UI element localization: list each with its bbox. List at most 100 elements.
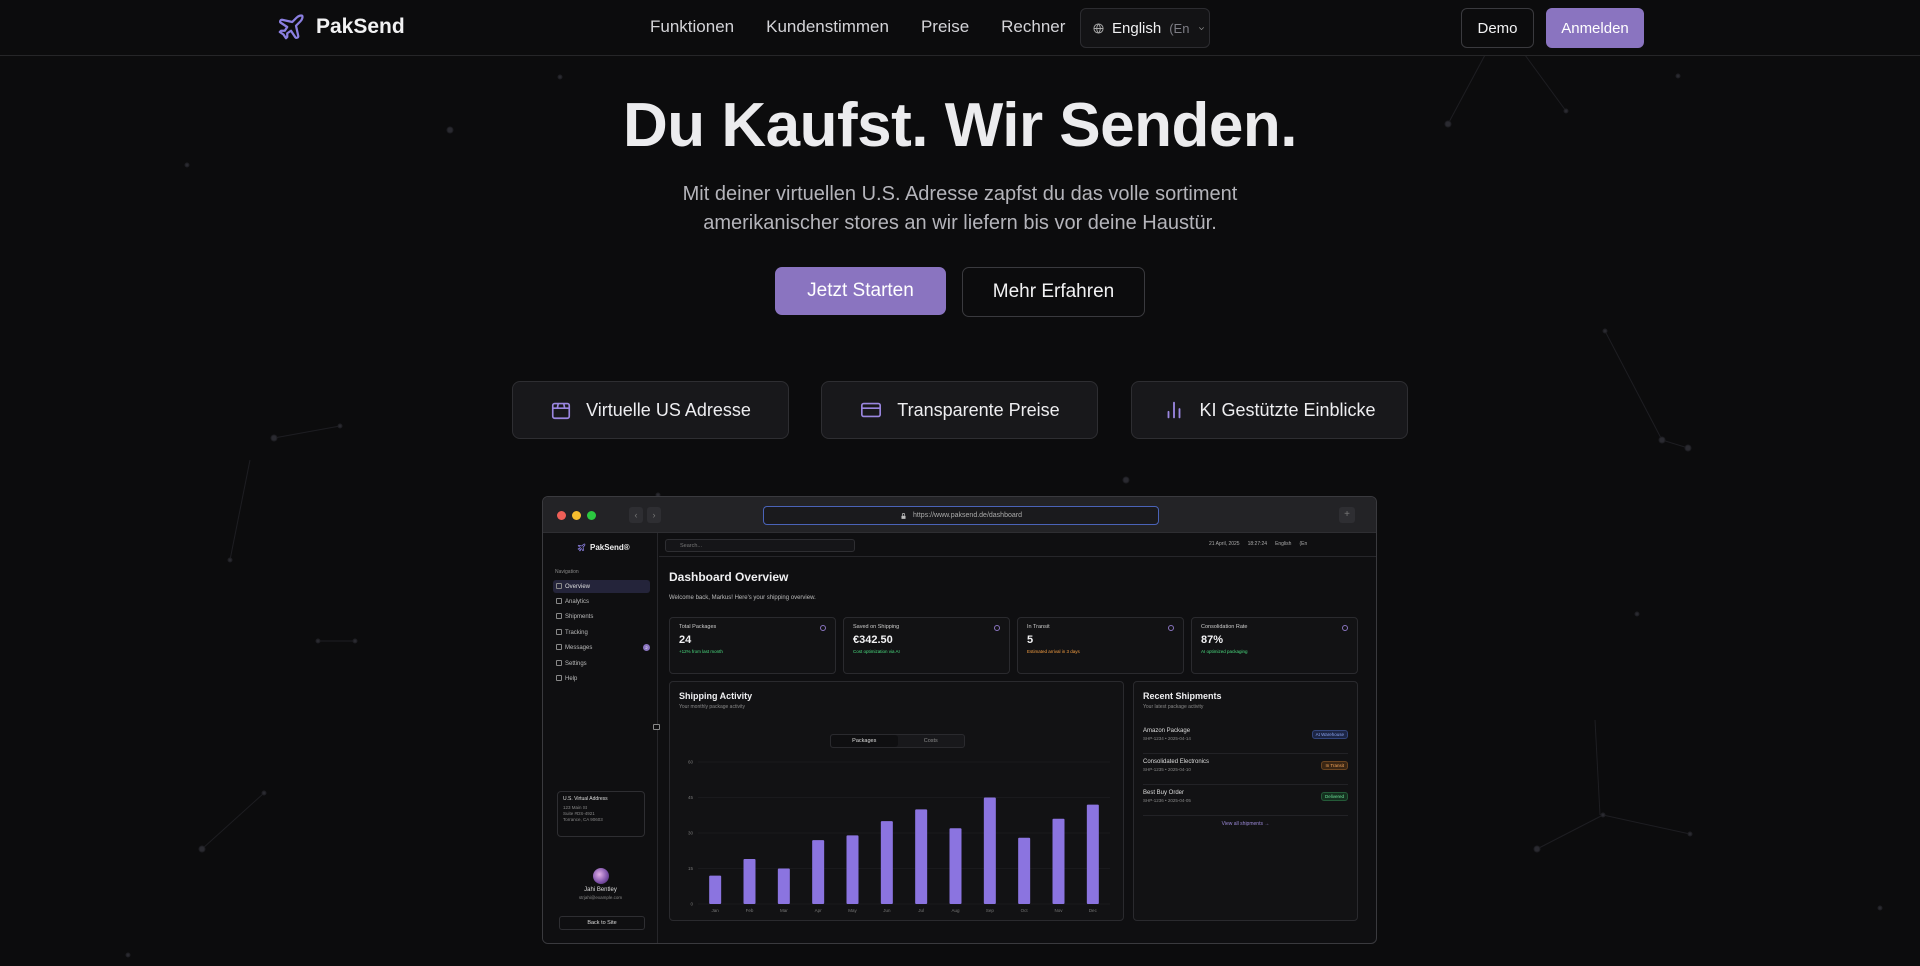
maximize-dot: [587, 511, 596, 520]
nav-links: Funktionen Kundenstimmen Preise Rechner: [650, 17, 1065, 37]
view-all-shipments-link: View all shipments →: [1221, 821, 1270, 827]
preview-date: 21 April, 2025: [1209, 541, 1240, 547]
nav-link-rechner[interactable]: Rechner: [1001, 17, 1065, 37]
close-dot: [557, 511, 566, 520]
x-tick-label: Apr: [815, 908, 823, 913]
bar-jan: [709, 875, 722, 904]
nav-link-kundenstimmen[interactable]: Kundenstimmen: [766, 17, 889, 37]
preview-time: 18:27:24: [1247, 541, 1268, 547]
hero-subtitle: Mit deiner virtuellen U.S. Adresse zapfs…: [682, 183, 1238, 234]
bar-jul: [915, 809, 928, 904]
bar-chart-icon: [1168, 401, 1181, 419]
dashboard-title: Dashboard Overview: [669, 570, 789, 584]
feature-virtual-address[interactable]: Virtuelle US Adresse: [512, 381, 789, 439]
activity-icon: [556, 598, 562, 604]
list-item: Best Buy Order SHP-1236 • 2025-04-05 Del…: [1143, 786, 1348, 816]
bar-oct: [1018, 837, 1031, 904]
activity-tabs: Packages Costs: [830, 734, 965, 748]
x-tick-label: Oct: [1021, 908, 1029, 913]
bar-jun: [880, 821, 893, 904]
back-arrow-icon: ‹: [629, 507, 643, 523]
bar-sep: [983, 797, 996, 904]
x-tick-label: Feb: [746, 908, 754, 913]
feature-ai-insights[interactable]: KI Gestützte Einblicke: [1131, 381, 1408, 439]
y-tick-label: 30: [688, 831, 694, 836]
sidebar-caption: Navigation: [555, 569, 579, 575]
preview-topbar-meta: 21 April, 2025 18:27:24 English (En: [1209, 541, 1307, 547]
dashboard-preview: ‹ › https://www.paksend.de/dashboard + P…: [542, 496, 1377, 944]
bar-may: [846, 835, 859, 904]
preview-language-sub: (En: [1299, 541, 1308, 547]
language-sub: (En: [1169, 20, 1190, 36]
y-tick-label: 60: [688, 760, 694, 765]
gear-icon: [556, 660, 562, 666]
package-icon: [552, 402, 571, 420]
status-badge: In Transit: [1321, 761, 1348, 770]
hero-title: Du Kaufst. Wir Senden.: [623, 91, 1297, 160]
activity-title: Shipping Activity: [679, 691, 753, 701]
grid-icon: [556, 583, 562, 589]
login-button[interactable]: Anmelden: [1546, 8, 1644, 48]
address-bar: https://www.paksend.de/dashboard: [763, 506, 1159, 525]
x-tick-label: Jul: [918, 908, 924, 913]
package-icon: [556, 613, 562, 619]
tab-packages: Packages: [831, 735, 898, 747]
package-icon: [820, 625, 826, 631]
language-select[interactable]: English (En: [1080, 8, 1210, 48]
nav-link-preise[interactable]: Preise: [921, 17, 969, 37]
messages-badge: 2: [643, 644, 650, 651]
sidebar-item-tracking: Tracking: [553, 626, 650, 639]
preview-main: Search... 21 April, 2025 18:27:24 Englis…: [659, 533, 1376, 943]
airplane-icon: [278, 14, 304, 40]
airplane-icon: [577, 543, 586, 552]
bar-apr: [812, 840, 825, 904]
recent-shipments-card: Recent Shipments Your latest package act…: [1133, 681, 1358, 921]
trend-up-icon: [1342, 625, 1348, 631]
lock-icon: [901, 512, 906, 519]
address-line: Torrance, CA 90603: [563, 817, 603, 822]
preview-sidebar: PakSend® Navigation Overview Analytics S…: [543, 533, 658, 943]
bar-aug: [949, 828, 962, 904]
stat-saved-shipping: Saved on Shipping €342.50 Cost optimizat…: [843, 617, 1010, 674]
preview-brand: PakSend®: [577, 543, 630, 552]
brand-logo[interactable]: PakSend: [276, 12, 405, 42]
back-to-site-button: Back to Site: [559, 916, 645, 930]
browser-toolbar: ‹ › https://www.paksend.de/dashboard +: [543, 497, 1376, 533]
x-tick-label: Dec: [1089, 908, 1098, 913]
feature-transparent-pricing[interactable]: Transparente Preise: [821, 381, 1098, 439]
demo-button[interactable]: Demo: [1461, 8, 1534, 48]
top-navbar: PakSend Funktionen Kundenstimmen Preise …: [0, 0, 1920, 56]
bar-feb: [743, 859, 756, 904]
preview-language: English: [1275, 541, 1292, 547]
recent-subtitle: Your latest package activity: [1143, 704, 1204, 710]
x-tick-label: Sep: [986, 908, 995, 913]
url-text: https://www.paksend.de/dashboard: [913, 512, 1022, 519]
y-tick-label: 15: [688, 866, 694, 871]
user-name: Jahi Bentley: [584, 887, 617, 893]
language-label: English: [1112, 19, 1162, 37]
shipping-activity-chart: 0 15 30 45 60 Jan Feb Mar Apr May Jun Jul Aug Sep Oct N…: [688, 760, 1110, 913]
list-item: Amazon Package SHP-1234 • 2025-04-14 At …: [1143, 724, 1348, 754]
nav-link-funktionen[interactable]: Funktionen: [650, 17, 734, 37]
dashboard-welcome: Welcome back, Markus! Here's your shippi…: [669, 595, 816, 601]
cart-icon: [994, 625, 1000, 631]
x-tick-label: Nov: [1054, 908, 1063, 913]
learn-more-button[interactable]: Mehr Erfahren: [962, 267, 1145, 317]
help-icon: [556, 675, 562, 681]
list-item: Consolidated Electronics SHP-1235 • 2025…: [1143, 755, 1348, 785]
message-icon: [556, 644, 562, 650]
virtual-address-card: U.S. Virtual Address 123 Main St Suite #…: [557, 791, 645, 837]
y-tick-label: 0: [690, 902, 693, 907]
stat-consolidation-rate: Consolidation Rate 87% AI optimized pack…: [1191, 617, 1358, 674]
sidebar-item-messages: Messages 2: [553, 641, 650, 654]
status-badge: Delivered: [1320, 792, 1348, 801]
x-tick-label: Aug: [951, 908, 960, 913]
x-tick-label: May: [848, 908, 857, 913]
stat-in-transit: In Transit 5 Estimated arrival in 3 days: [1017, 617, 1184, 674]
truck-icon: [1168, 625, 1174, 631]
forward-arrow-icon: ›: [647, 507, 661, 523]
bar-dec: [1086, 804, 1099, 904]
minimize-dot: [572, 511, 581, 520]
user-email: strjahi@example.com: [578, 895, 623, 900]
get-started-button[interactable]: Jetzt Starten: [775, 267, 946, 315]
